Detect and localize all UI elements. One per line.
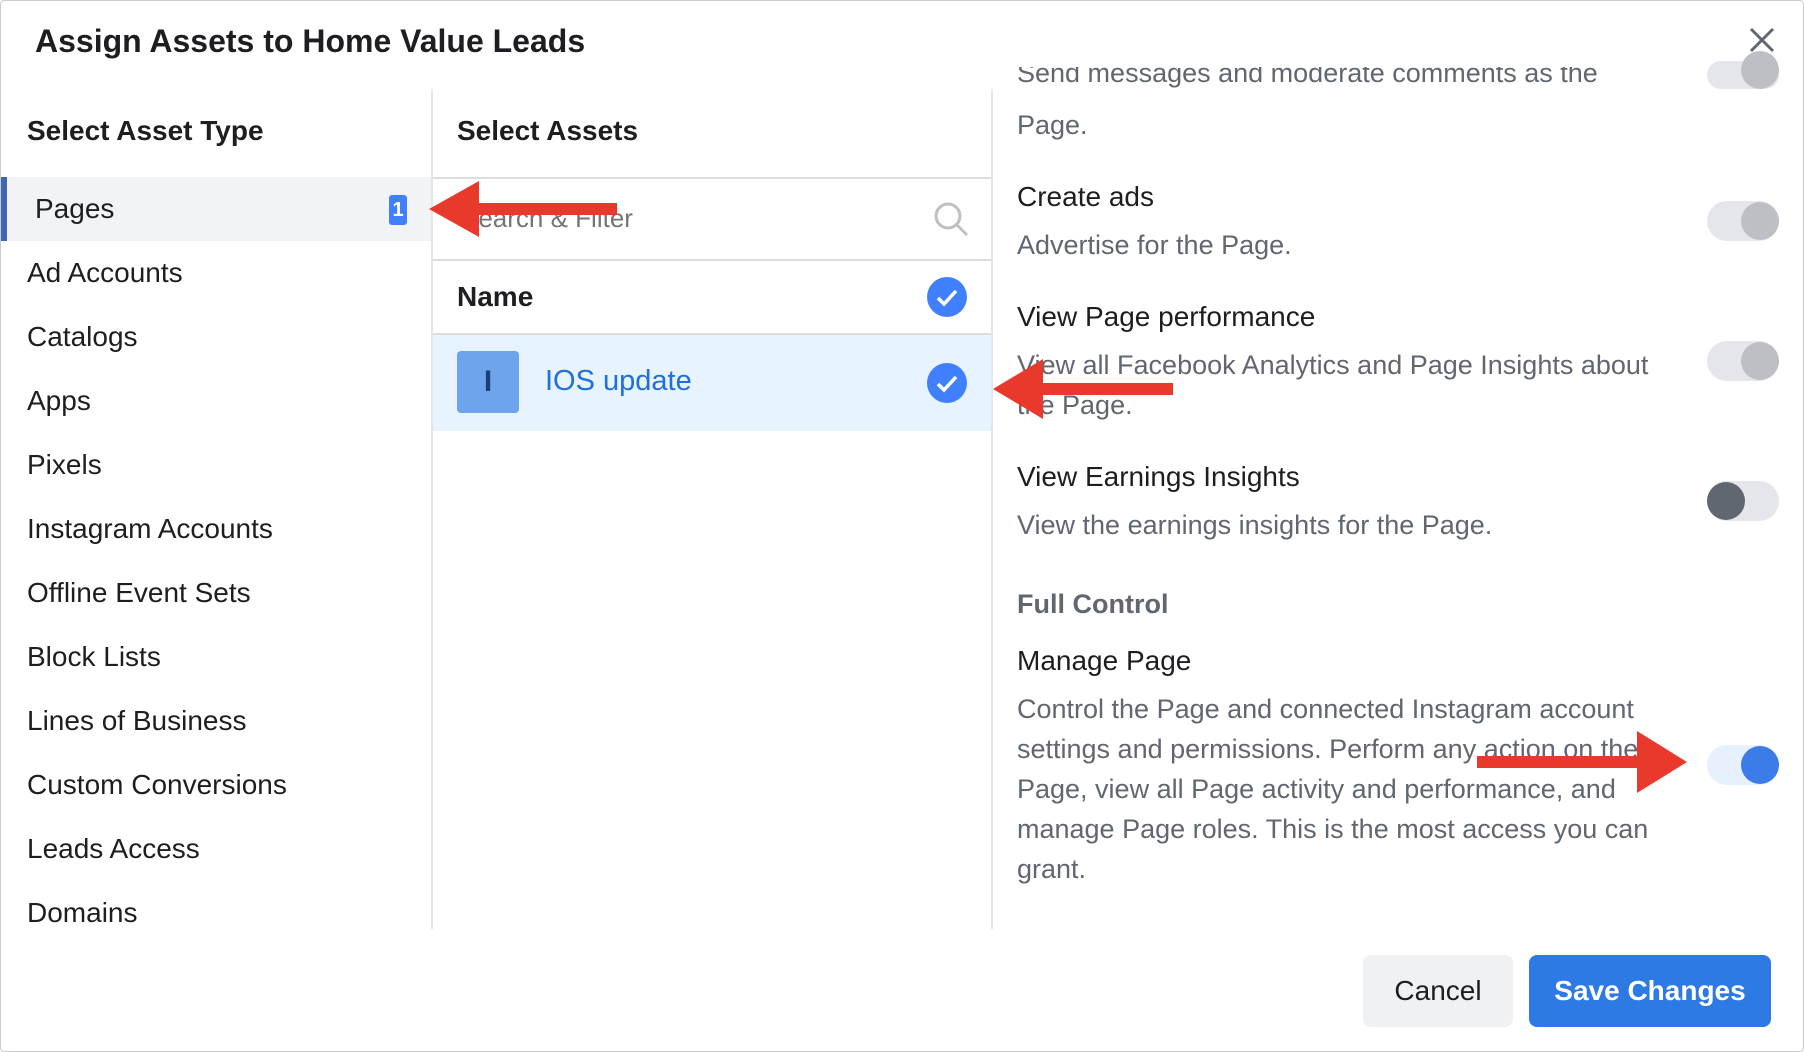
asset-type-custom-conversions[interactable]: Custom Conversions (1, 753, 431, 817)
assign-assets-dialog: Assign Assets to Home Value Leads Select… (0, 0, 1804, 1052)
asset-type-label: Ad Accounts (27, 257, 183, 288)
asset-type-domains[interactable]: Domains (1, 881, 431, 945)
permission-toggle-earnings-insights[interactable] (1707, 481, 1779, 521)
toggle-knob (1741, 202, 1779, 240)
asset-type-label: Lines of Business (27, 705, 247, 736)
asset-type-pixels[interactable]: Pixels (1, 433, 431, 497)
toggle-knob (1741, 51, 1779, 89)
permission-title-create-ads: Create ads (1017, 181, 1154, 212)
asset-type-offline-event-sets[interactable]: Offline Event Sets (1, 561, 431, 625)
annotation-arrow-toggle (1477, 731, 1687, 793)
asset-type-list: Pages 1 Ad Accounts Catalogs Apps Pixels… (1, 177, 431, 945)
asset-type-apps[interactable]: Apps (1, 369, 431, 433)
permission-title-manage-page: Manage Page (1017, 645, 1192, 676)
select-assets-header: Select Assets (457, 115, 639, 146)
permission-desc-cut: Send messages and moderate comments as t… (1017, 67, 1687, 99)
toggle-knob (1707, 482, 1745, 520)
selected-count-badge: 1 (389, 195, 407, 225)
asset-type-label: Apps (27, 385, 91, 416)
asset-type-pages[interactable]: Pages 1 (1, 177, 431, 241)
asset-type-catalogs[interactable]: Catalogs (1, 305, 431, 369)
asset-type-label: Block Lists (27, 641, 161, 672)
permission-toggle-send-messages[interactable] (1707, 51, 1779, 89)
checkmark-icon (936, 289, 958, 307)
permission-title-earnings-insights: View Earnings Insights (1017, 461, 1300, 492)
asset-type-instagram-accounts[interactable]: Instagram Accounts (1, 497, 431, 561)
permission-desc-create-ads: Advertise for the Page. (1017, 230, 1292, 260)
asset-type-label: Domains (27, 897, 138, 928)
asset-checkbox[interactable] (927, 363, 967, 403)
annotation-arrow-pages (429, 181, 617, 237)
asset-avatar: I (457, 351, 519, 413)
toggle-knob (1741, 746, 1779, 784)
permission-toggle-view-performance[interactable] (1707, 341, 1779, 381)
search-icon[interactable] (931, 199, 971, 239)
asset-type-header: Select Asset Type (27, 115, 264, 146)
asset-type-label: Pages (35, 193, 115, 224)
permission-title-view-performance: View Page performance (1017, 301, 1316, 332)
asset-type-ad-accounts[interactable]: Ad Accounts (1, 241, 431, 305)
cancel-button[interactable]: Cancel (1363, 955, 1513, 1027)
permission-desc: Page. (1017, 110, 1088, 140)
asset-type-lines-of-business[interactable]: Lines of Business (1, 689, 431, 753)
full-control-label: Full Control (1017, 589, 1169, 619)
asset-type-label: Custom Conversions (27, 769, 287, 800)
name-column-label: Name (457, 281, 534, 312)
permission-desc-cut-text: Send messages and moderate comments as t… (1017, 67, 1598, 88)
save-changes-button[interactable]: Save Changes (1529, 955, 1771, 1027)
permission-desc-earnings-insights: View the earnings insights for the Page. (1017, 510, 1493, 540)
asset-type-label: Offline Event Sets (27, 577, 251, 608)
asset-row[interactable]: I IOS update (433, 335, 991, 431)
asset-type-block-lists[interactable]: Block Lists (1, 625, 431, 689)
checkmark-icon (936, 375, 958, 393)
annotation-arrow-asset (993, 359, 1173, 419)
asset-type-label: Catalogs (27, 321, 138, 352)
permission-toggle-create-ads[interactable] (1707, 201, 1779, 241)
dialog-title: Assign Assets to Home Value Leads (35, 23, 586, 59)
permission-toggle-manage-page[interactable] (1707, 745, 1779, 785)
select-all-checkbox[interactable] (927, 277, 967, 317)
asset-type-leads-access[interactable]: Leads Access (1, 817, 431, 881)
asset-type-label: Leads Access (27, 833, 200, 864)
toggle-knob (1741, 342, 1779, 380)
asset-type-label: Pixels (27, 449, 102, 480)
asset-type-label: Instagram Accounts (27, 513, 273, 544)
column-divider-right (991, 89, 993, 929)
asset-name[interactable]: IOS update (545, 365, 692, 398)
name-column-header: Name (433, 261, 991, 333)
